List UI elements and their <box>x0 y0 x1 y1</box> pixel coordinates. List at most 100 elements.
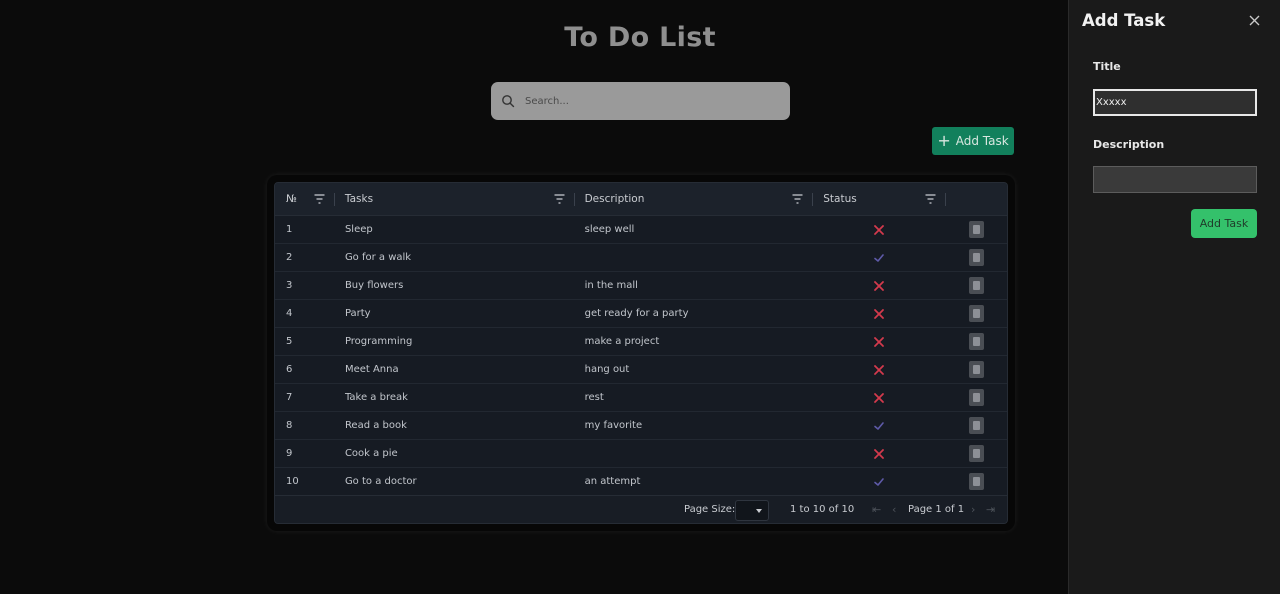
cell-actions <box>945 356 1007 384</box>
column-header-description[interactable]: Description <box>573 183 813 215</box>
cross-icon[interactable] <box>873 364 885 376</box>
add-task-button-label: Add Task <box>955 134 1009 148</box>
prev-page-icon[interactable]: ‹ <box>892 503 896 516</box>
cell-status[interactable] <box>812 272 945 300</box>
description-field[interactable] <box>1093 166 1257 193</box>
cell-number: 5 <box>286 336 293 347</box>
filter-icon[interactable] <box>554 194 565 204</box>
column-header-number[interactable]: № <box>275 183 334 215</box>
column-header-status[interactable]: Status <box>812 183 945 215</box>
cell-actions <box>945 412 1007 440</box>
cell-description: in the mall <box>584 280 638 291</box>
cross-icon[interactable] <box>873 280 885 292</box>
table-footer: Page Size: 1 to 10 of 10 ⇤ ‹ Page 1 of 1… <box>275 495 1007 523</box>
title-field[interactable] <box>1093 89 1257 116</box>
page-size-label: Page Size: <box>684 504 736 515</box>
cell-number: 3 <box>286 280 293 291</box>
table-row[interactable]: 1 Sleep sleep well <box>275 216 1007 244</box>
table-row[interactable]: 6 Meet Anna hang out <box>275 356 1007 384</box>
search-icon <box>502 95 515 108</box>
cell-status[interactable] <box>812 356 945 384</box>
submit-add-task-button[interactable]: Add Task <box>1191 209 1257 238</box>
trash-icon[interactable] <box>968 249 984 266</box>
cell-task: Sleep <box>344 224 373 235</box>
table-row[interactable]: 3 Buy flowers in the mall <box>275 272 1007 300</box>
cell-actions <box>945 468 1007 496</box>
cell-status[interactable] <box>812 244 945 272</box>
column-header-tasks-label: Tasks <box>344 193 374 205</box>
next-page-icon[interactable]: › <box>971 503 975 516</box>
cell-description: rest <box>584 392 604 403</box>
cell-actions <box>945 272 1007 300</box>
cell-task: Buy flowers <box>344 280 404 291</box>
column-header-status-label: Status <box>823 193 857 205</box>
cell-number: 2 <box>286 252 293 263</box>
cell-task: Go for a walk <box>344 252 412 263</box>
trash-icon[interactable] <box>968 445 984 462</box>
drawer-title: Add Task <box>1082 11 1166 30</box>
table-body: 1 Sleep sleep well 2 Go for a walk 3 Buy flowe… <box>275 216 1007 496</box>
table-row[interactable]: 7 Take a break rest <box>275 384 1007 412</box>
table-row[interactable]: 4 Party get ready for a party <box>275 300 1007 328</box>
cell-description <box>574 244 813 272</box>
table-row[interactable]: 10 Go to a doctor an attempt <box>275 468 1007 496</box>
trash-icon[interactable] <box>968 333 984 350</box>
page-size-select[interactable] <box>735 500 769 521</box>
trash-icon[interactable] <box>968 389 984 406</box>
cell-number: 1 <box>286 224 293 235</box>
cell-task: Take a break <box>344 392 408 403</box>
trash-icon[interactable] <box>968 473 984 490</box>
cell-status[interactable] <box>812 384 945 412</box>
search-input[interactable] <box>525 95 765 107</box>
cell-description: get ready for a party <box>584 308 689 319</box>
cell-description: make a project <box>584 336 660 347</box>
cell-number: 4 <box>286 308 293 319</box>
trash-icon[interactable] <box>968 305 984 322</box>
cell-status[interactable] <box>812 468 945 496</box>
cross-icon[interactable] <box>873 308 885 320</box>
cell-task: Programming <box>344 336 413 347</box>
cell-actions <box>945 300 1007 328</box>
trash-icon[interactable] <box>968 417 984 434</box>
table-row[interactable]: 5 Programming make a project <box>275 328 1007 356</box>
first-page-icon[interactable]: ⇤ <box>872 503 881 516</box>
cross-icon[interactable] <box>873 392 885 404</box>
cell-status[interactable] <box>812 440 945 468</box>
cell-status[interactable] <box>812 328 945 356</box>
add-task-drawer: Add Task Title Description Add Task <box>1068 0 1280 594</box>
cross-icon[interactable] <box>873 336 885 348</box>
cell-task: Read a book <box>344 420 407 431</box>
cell-actions <box>945 440 1007 468</box>
table-row[interactable]: 2 Go for a walk <box>275 244 1007 272</box>
add-task-button[interactable]: + Add Task <box>932 127 1014 155</box>
check-icon[interactable] <box>873 252 885 264</box>
cell-status[interactable] <box>812 216 945 244</box>
table-row[interactable]: 8 Read a book my favorite <box>275 412 1007 440</box>
main-area: To Do List + Add Task № Tasks Descriptio… <box>0 0 1068 594</box>
cell-actions <box>945 328 1007 356</box>
cell-status[interactable] <box>812 412 945 440</box>
cell-status[interactable] <box>812 300 945 328</box>
cell-number: 8 <box>286 420 293 431</box>
trash-icon[interactable] <box>968 221 984 238</box>
cell-number: 7 <box>286 392 293 403</box>
filter-icon[interactable] <box>792 194 803 204</box>
table-row[interactable]: 9 Cook a pie <box>275 440 1007 468</box>
page-info: Page 1 of 1 <box>908 504 965 515</box>
column-header-tasks[interactable]: Tasks <box>333 183 574 215</box>
cross-icon[interactable] <box>873 224 885 236</box>
trash-icon[interactable] <box>968 361 984 378</box>
table-container: № Tasks Description Status 1 Sleep sleep w <box>267 175 1015 531</box>
last-page-icon[interactable]: ⇥ <box>986 503 995 516</box>
check-icon[interactable] <box>873 420 885 432</box>
filter-icon[interactable] <box>314 194 325 204</box>
cell-actions <box>945 384 1007 412</box>
check-icon[interactable] <box>873 476 885 488</box>
row-range: 1 to 10 of 10 <box>790 504 855 515</box>
search-bar[interactable] <box>491 82 790 120</box>
filter-icon[interactable] <box>925 194 936 204</box>
cell-actions <box>945 244 1007 272</box>
close-icon[interactable] <box>1249 15 1260 26</box>
cross-icon[interactable] <box>873 448 885 460</box>
trash-icon[interactable] <box>968 277 984 294</box>
